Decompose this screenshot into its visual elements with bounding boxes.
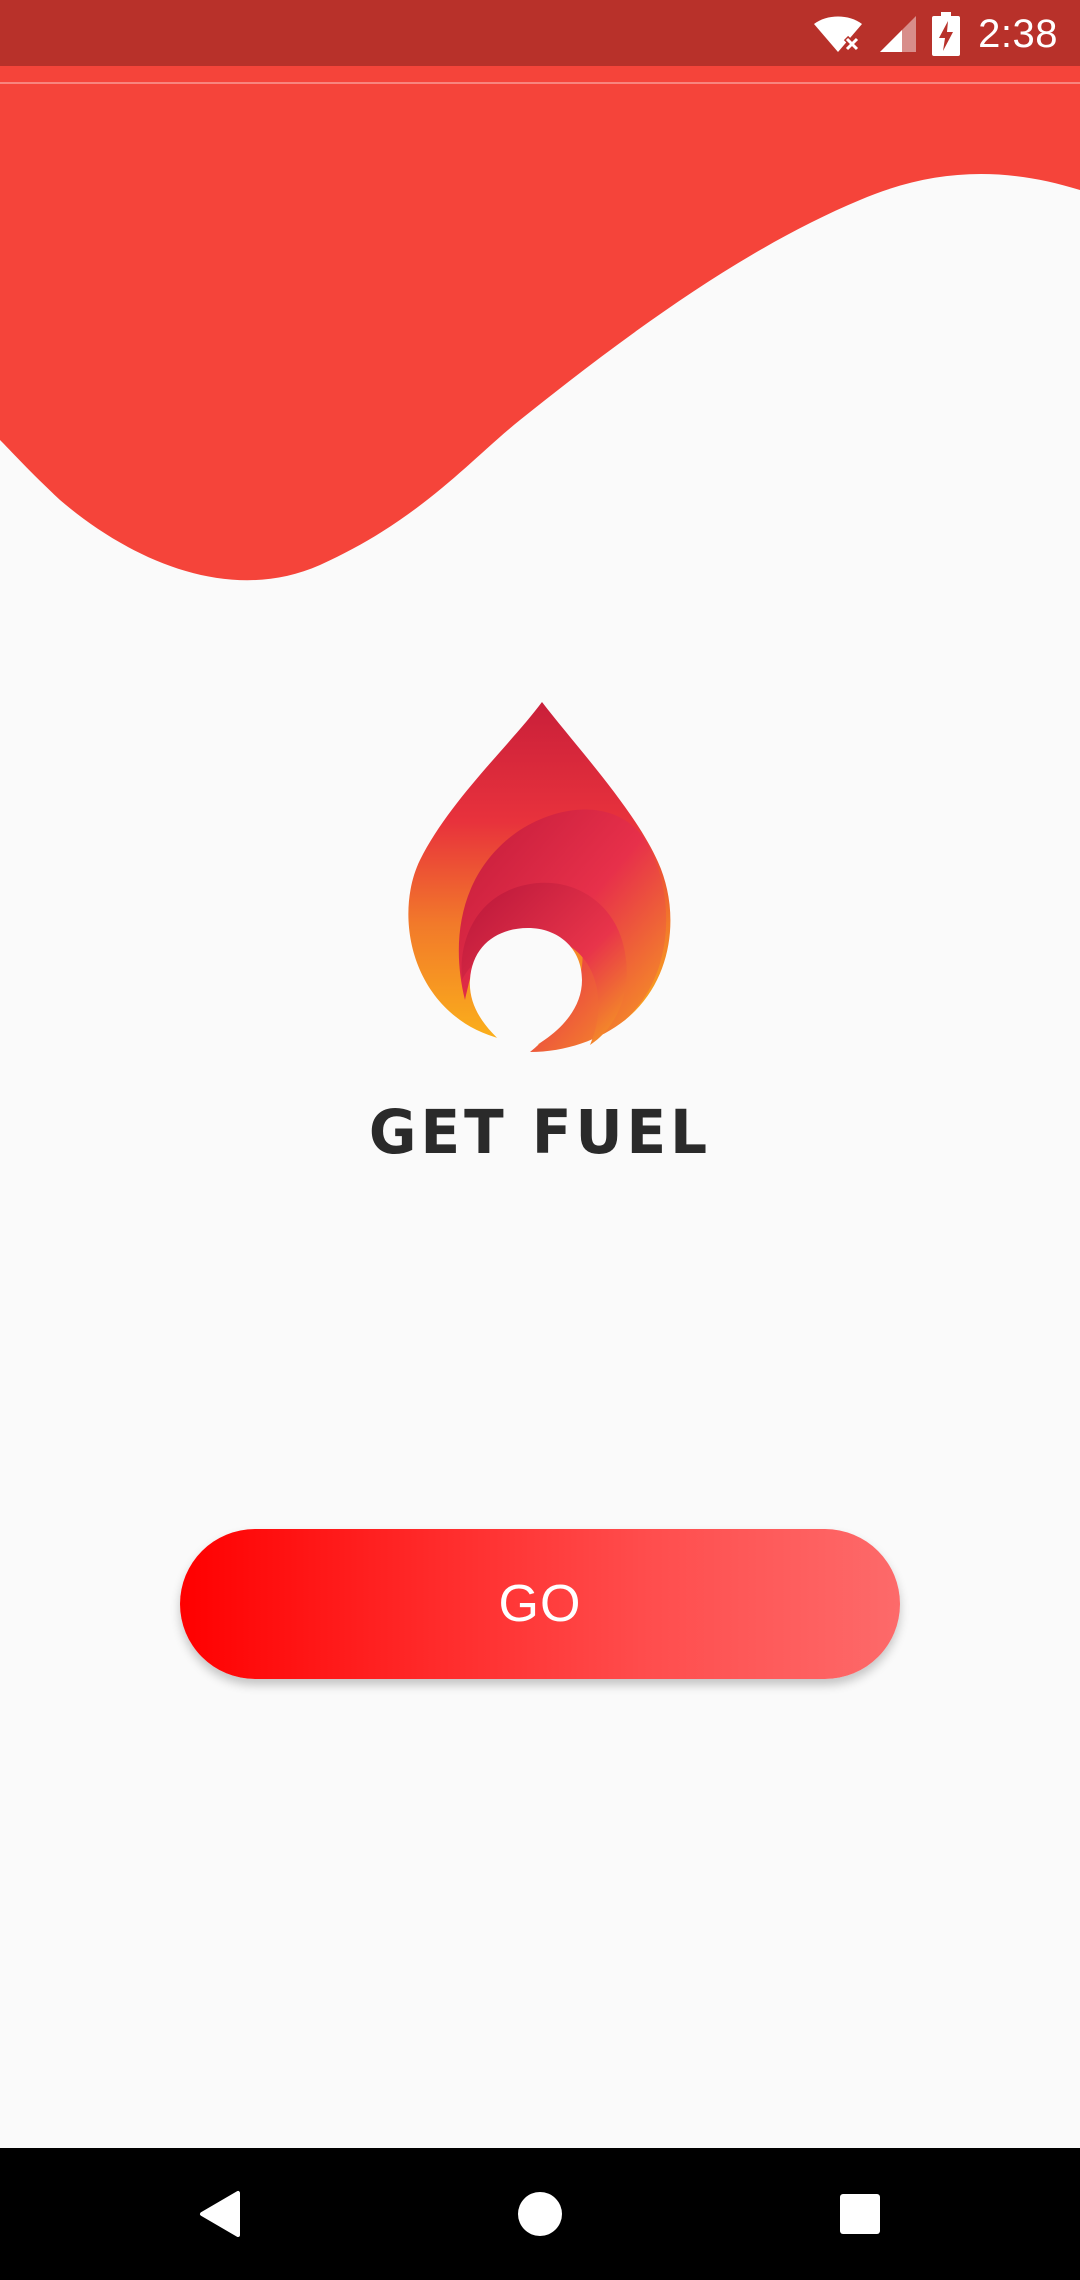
app-name-logo-text: GET FUEL bbox=[368, 1096, 712, 1168]
back-button[interactable] bbox=[184, 2178, 256, 2250]
status-divider bbox=[0, 82, 1080, 84]
header-wave bbox=[0, 0, 1080, 581]
home-button[interactable] bbox=[504, 2178, 576, 2250]
recents-icon bbox=[840, 2194, 880, 2234]
status-bar: 2:38 bbox=[0, 0, 1080, 66]
go-button-label: GO bbox=[498, 1575, 582, 1633]
flame-drop-logo-icon bbox=[408, 702, 671, 1055]
status-time: 2:38 bbox=[978, 11, 1058, 56]
recents-button[interactable] bbox=[824, 2178, 896, 2250]
wifi-off-icon bbox=[812, 14, 864, 54]
battery-charging-icon bbox=[932, 12, 961, 56]
back-icon bbox=[200, 2191, 240, 2237]
go-button[interactable]: GO bbox=[180, 1529, 900, 1679]
navigation-bar bbox=[0, 2148, 1080, 2280]
cellular-signal-icon bbox=[878, 14, 918, 54]
splash-screen: 2:38 GET FUEL GO bbox=[0, 0, 1080, 2280]
home-icon bbox=[518, 2192, 562, 2236]
status-icons: 2:38 bbox=[812, 10, 1058, 58]
